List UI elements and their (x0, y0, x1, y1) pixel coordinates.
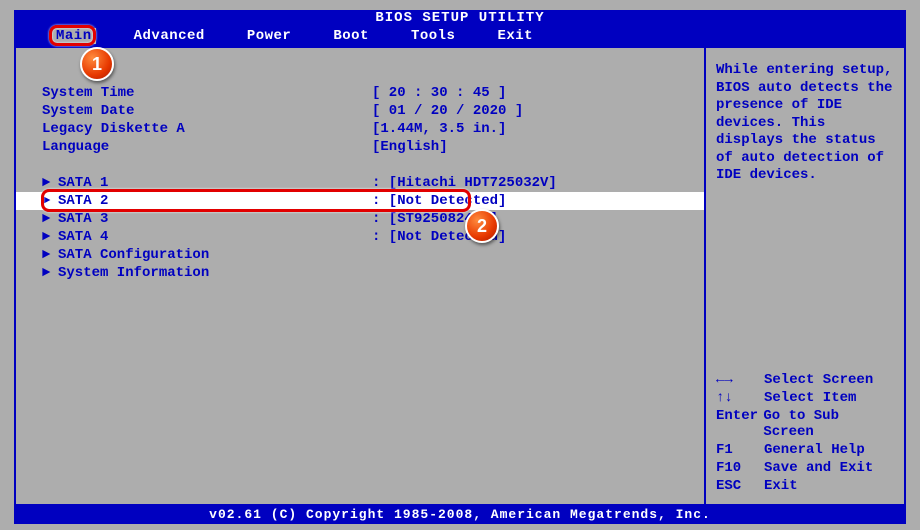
help-key: ↑↓ (716, 390, 764, 406)
row-label: SATA 2 (58, 193, 372, 209)
field-row[interactable]: Language[English] (16, 138, 704, 156)
submenu-item[interactable]: ►SATA 3: [ST9250824AS] (16, 210, 704, 228)
help-panel: While entering setup, BIOS auto detects … (706, 46, 906, 506)
submenu-item[interactable]: ►SATA 2: [Not Detected] (16, 192, 704, 210)
submenu-arrow-icon: ► (42, 247, 58, 263)
help-key: F10 (716, 460, 764, 476)
row-value: [1.44M, 3.5 in.] (372, 121, 506, 137)
menu-advanced[interactable]: Advanced (130, 28, 209, 44)
row-label: System Time (42, 85, 372, 101)
help-key-row: ESCExit (716, 478, 896, 494)
submenu-arrow-icon: ► (42, 193, 58, 209)
menu-boot[interactable]: Boot (329, 28, 373, 44)
row-label: SATA Configuration (58, 247, 372, 263)
field-row[interactable]: Legacy Diskette A[1.44M, 3.5 in.] (16, 120, 704, 138)
menu-tools[interactable]: Tools (407, 28, 460, 44)
help-text: While entering setup, BIOS auto detects … (716, 62, 896, 185)
help-key-row: EnterGo to Sub Screen (716, 408, 896, 440)
bios-window: BIOS SETUP UTILITY Main Advanced Power B… (14, 10, 906, 520)
submenu-item[interactable]: ►System Information (16, 264, 704, 282)
help-key: ESC (716, 478, 764, 494)
key-help: ←→Select Screen↑↓Select ItemEnterGo to S… (716, 372, 896, 496)
menu-bar: Main Advanced Power Boot Tools Exit (14, 26, 906, 46)
help-key-row: F1General Help (716, 442, 896, 458)
help-key: Enter (716, 408, 763, 440)
content-area: System Time[ 20 : 30 : 45 ]System Date[ … (14, 46, 906, 506)
row-value: [English] (372, 139, 448, 155)
submenu-item[interactable]: ►SATA 1: [Hitachi HDT725032V] (16, 174, 704, 192)
help-key: F1 (716, 442, 764, 458)
help-key-row: F10Save and Exit (716, 460, 896, 476)
menu-exit[interactable]: Exit (493, 28, 537, 44)
main-panel: System Time[ 20 : 30 : 45 ]System Date[ … (14, 46, 706, 506)
row-label: SATA 3 (58, 211, 372, 227)
spacer (16, 156, 704, 174)
row-value: : [ST9250824AS] (372, 211, 498, 227)
row-label: SATA 4 (58, 229, 372, 245)
help-key: ←→ (716, 372, 764, 388)
row-label: System Date (42, 103, 372, 119)
help-key-desc: Select Screen (764, 372, 873, 388)
help-key-row: ←→Select Screen (716, 372, 896, 388)
footer: v02.61 (C) Copyright 1985-2008, American… (14, 506, 906, 524)
help-key-desc: Save and Exit (764, 460, 873, 476)
help-key-desc: Exit (764, 478, 798, 494)
menu-main[interactable]: Main (52, 28, 96, 44)
submenu-item[interactable]: ►SATA 4: [Not Detected] (16, 228, 704, 246)
submenu-arrow-icon: ► (42, 175, 58, 191)
row-value: : [Not Detected] (372, 193, 506, 209)
row-value: : [Hitachi HDT725032V] (372, 175, 557, 191)
submenu-item[interactable]: ►SATA Configuration (16, 246, 704, 264)
row-value: [ 01 / 20 / 2020 ] (372, 103, 523, 119)
help-key-desc: Select Item (764, 390, 856, 406)
menu-power[interactable]: Power (243, 28, 296, 44)
row-value: [ 20 : 30 : 45 ] (372, 85, 506, 101)
row-label: Legacy Diskette A (42, 121, 372, 137)
help-key-row: ↑↓Select Item (716, 390, 896, 406)
field-row[interactable]: System Time[ 20 : 30 : 45 ] (16, 84, 704, 102)
row-label: SATA 1 (58, 175, 372, 191)
row-value: : [Not Detected] (372, 229, 506, 245)
title-bar: BIOS SETUP UTILITY (14, 10, 906, 26)
row-label: Language (42, 139, 372, 155)
help-key-desc: Go to Sub Screen (763, 408, 896, 440)
submenu-arrow-icon: ► (42, 265, 58, 281)
row-label: System Information (58, 265, 372, 281)
field-row[interactable]: System Date[ 01 / 20 / 2020 ] (16, 102, 704, 120)
submenu-arrow-icon: ► (42, 229, 58, 245)
help-key-desc: General Help (764, 442, 865, 458)
submenu-arrow-icon: ► (42, 211, 58, 227)
